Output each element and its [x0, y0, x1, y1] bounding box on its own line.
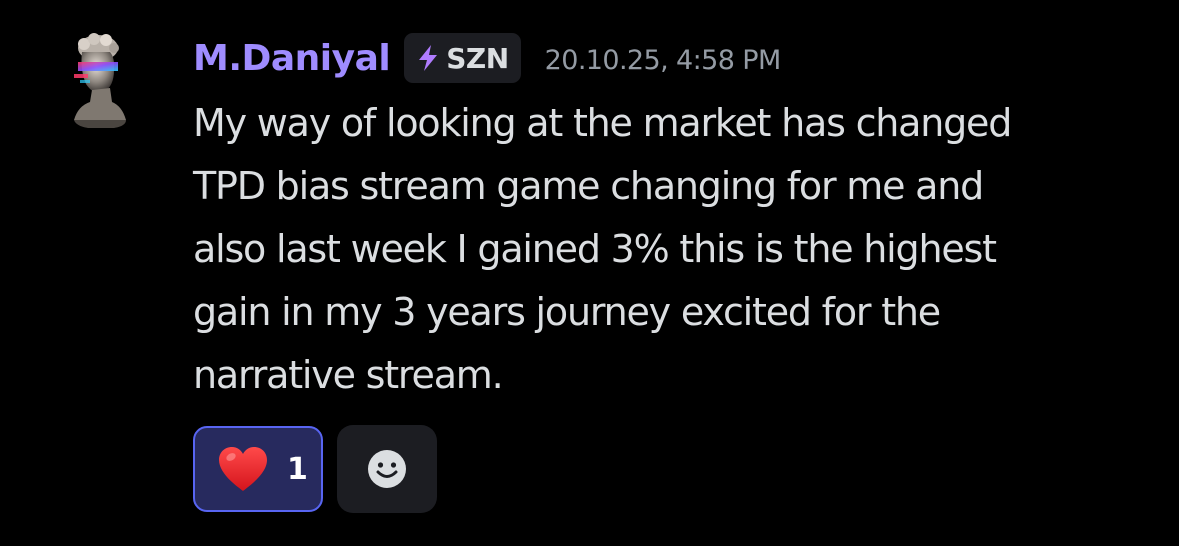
add-reaction-button[interactable]	[337, 425, 437, 513]
server-tag-label: SZN	[446, 41, 509, 75]
message-line: My way of looking at the market has chan…	[193, 101, 1012, 145]
message-content: My way of looking at the market has chan…	[193, 92, 1143, 407]
message-line: narrative stream.	[193, 353, 504, 397]
message-header: M.Daniyal SZN 20.10.25, 4:58 PM	[193, 28, 781, 88]
lightning-icon	[419, 45, 438, 71]
avatar[interactable]	[58, 30, 142, 130]
heart-reaction-button[interactable]: 1	[193, 426, 323, 512]
reactions-bar: 1	[193, 425, 437, 513]
statue-bust-avatar-icon	[74, 33, 126, 128]
reaction-count: 1	[287, 451, 308, 487]
timestamp: 20.10.25, 4:58 PM	[544, 44, 782, 76]
server-tag[interactable]: SZN	[404, 33, 521, 83]
heart-emoji-icon	[219, 447, 267, 491]
message-line: gain in my 3 years journey excited for t…	[193, 290, 941, 334]
chat-message: M.Daniyal SZN 20.10.25, 4:58 PM My way o…	[0, 0, 1179, 546]
smile-icon	[368, 450, 406, 488]
username[interactable]: M.Daniyal	[193, 38, 391, 79]
message-line: TPD bias stream game changing for me and	[193, 164, 984, 208]
message-line: also last week I gained 3% this is the h…	[193, 227, 997, 271]
